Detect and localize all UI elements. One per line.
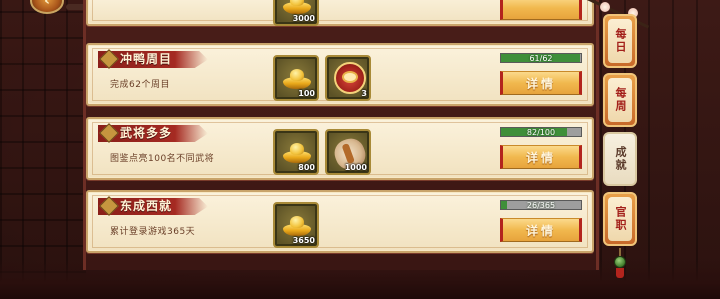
achievement-title: 武将多多 <box>120 126 173 140</box>
achievement-description: 图鉴点亮100名不同武将 <box>110 154 215 164</box>
achievement-card-partial: 3000 <box>86 0 594 26</box>
detail-button-label: 详情 <box>525 223 556 238</box>
tab-weekly-label: 每周 <box>608 78 632 122</box>
tab-daily-label: 每日 <box>608 19 632 63</box>
reward-count: 100 <box>298 89 315 98</box>
blossom-decoration <box>600 2 610 12</box>
reward-count: 3650 <box>292 236 315 245</box>
reward-slot[interactable]: 1000 <box>325 129 371 175</box>
gold-ingot-icon <box>283 69 311 89</box>
tab-official-rank-label: 官职 <box>608 197 632 241</box>
achievement-card: 武将多多 图鉴点亮100名不同武将 800 1000 82/100 详情 <box>86 117 594 180</box>
progress-text: 82/100 <box>526 128 556 137</box>
detail-button-label: 详情 <box>525 76 556 91</box>
reward-count: 3000 <box>292 14 315 23</box>
tassel-icon <box>616 268 624 278</box>
reward-slot[interactable]: 800 <box>273 129 319 175</box>
progress-bar: 26/365 <box>500 200 582 210</box>
background-lattice-left <box>0 0 86 299</box>
reward-slot[interactable]: 100 <box>273 55 319 101</box>
gold-ingot-icon <box>283 216 311 236</box>
back-arrow-icon: ‹ <box>44 0 50 9</box>
achievement-description: 累计登录游戏365天 <box>110 227 196 237</box>
achievement-title: 东成西就 <box>120 199 173 213</box>
progress-text: 61/62 <box>529 54 553 63</box>
reward-slot[interactable]: 3 <box>325 55 371 101</box>
detail-button[interactable]: 详情 <box>500 145 582 169</box>
tab-daily[interactable]: 每日 <box>603 14 637 68</box>
gold-ingot-icon <box>283 143 311 163</box>
tab-weekly[interactable]: 每周 <box>603 73 637 127</box>
tab-achievement-label: 成就 <box>614 146 627 172</box>
reward-count: 800 <box>298 163 315 172</box>
tab-official-rank[interactable]: 官职 <box>603 192 637 246</box>
progress-text: 26/365 <box>526 201 556 210</box>
reward-slot[interactable]: 3000 <box>273 0 319 26</box>
achievement-title: 冲鸭周目 <box>120 52 173 66</box>
reward-count: 3 <box>361 89 367 98</box>
jade-bead-icon <box>614 256 626 268</box>
detail-button-label: 详情 <box>525 150 556 165</box>
progress-bar: 61/62 <box>500 53 582 63</box>
reward-count: 1000 <box>344 163 367 172</box>
detail-button[interactable] <box>500 0 582 20</box>
tab-achievement[interactable]: 成就 <box>603 132 637 186</box>
detail-button[interactable]: 详情 <box>500 71 582 95</box>
achievement-description: 完成62个周目 <box>110 80 170 90</box>
progress-bar: 82/100 <box>500 127 582 137</box>
reward-slot[interactable]: 3650 <box>273 202 319 248</box>
detail-button[interactable]: 详情 <box>500 218 582 242</box>
gold-ingot-icon <box>283 0 311 14</box>
achievement-card: 冲鸭周目 完成62个周目 100 3 61/62 详情 <box>86 43 594 106</box>
achievement-card: 东成西就 累计登录游戏365天 3650 26/365 详情 <box>86 190 594 253</box>
